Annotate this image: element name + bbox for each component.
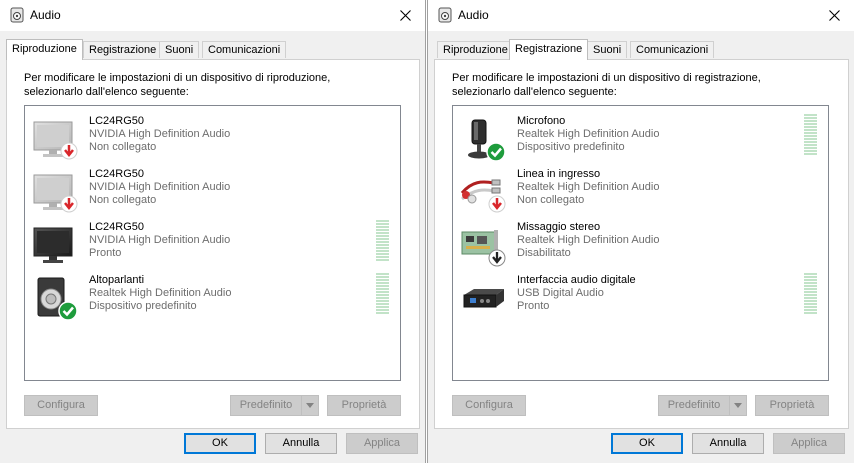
device-item[interactable]: Microfono Realtek High Definition Audio … <box>458 112 818 162</box>
apply-button[interactable]: Applica <box>346 433 418 454</box>
cancel-button[interactable]: Annulla <box>265 433 337 454</box>
instructions: Per modificare le impostazioni di un dis… <box>24 71 330 99</box>
title-bar: Audio <box>428 0 854 31</box>
disabled-badge-icon <box>488 249 506 267</box>
device-status: Pronto <box>89 247 122 259</box>
microphone-icon <box>468 119 506 162</box>
device-status: Non collegato <box>89 194 157 206</box>
tab-suoni[interactable]: Suoni <box>159 41 200 58</box>
tab-comunicazioni[interactable]: Comunicazioni <box>202 41 287 58</box>
device-name: Missaggio stereo <box>517 221 601 233</box>
close-button[interactable] <box>814 0 854 31</box>
unplugged-badge-icon <box>60 142 78 160</box>
device-list[interactable]: LC24RG50 NVIDIA High Definition Audio No… <box>24 105 401 381</box>
playback-audio-window: Audio Riproduzione Registrazione Suoni C… <box>0 0 426 463</box>
device-name: Altoparlanti <box>89 274 145 286</box>
monitor-icon <box>33 227 73 263</box>
instructions: Per modificare le impostazioni di un dis… <box>452 71 761 99</box>
cancel-button[interactable]: Annulla <box>692 433 764 454</box>
tab-comunicazioni[interactable]: Comunicazioni <box>630 41 715 58</box>
device-status: Non collegato <box>89 141 157 153</box>
tab-registrazione[interactable]: Registrazione <box>83 41 163 58</box>
device-driver: Realtek High Definition Audio <box>517 234 660 246</box>
unplugged-badge-icon <box>488 195 506 213</box>
set-default-dropdown[interactable] <box>729 395 747 416</box>
device-name: LC24RG50 <box>89 168 145 180</box>
device-driver: NVIDIA High Definition Audio <box>89 128 231 140</box>
instructions-line-2: selezionarlo dall'elenco seguente: <box>24 86 189 98</box>
window-title: Audio <box>458 8 489 22</box>
usb-audio-interface-icon <box>463 289 504 308</box>
properties-button[interactable]: Proprietà <box>755 395 829 416</box>
device-driver: Realtek High Definition Audio <box>517 128 660 140</box>
device-status: Disabilitato <box>517 247 571 259</box>
speaker-app-icon <box>438 7 452 23</box>
ok-button[interactable]: OK <box>184 433 256 454</box>
device-item[interactable]: LC24RG50 NVIDIA High Definition Audio No… <box>30 165 390 215</box>
tab-panel: Per modificare le impostazioni di un dis… <box>434 59 849 429</box>
device-status: Pronto <box>517 300 550 312</box>
close-button[interactable] <box>385 0 425 31</box>
device-name: Microfono <box>517 115 566 127</box>
device-item[interactable]: Linea in ingresso Realtek High Definitio… <box>458 165 818 215</box>
device-item[interactable]: Interfaccia audio digitale USB Digital A… <box>458 271 818 321</box>
tab-suoni[interactable]: Suoni <box>587 41 628 58</box>
monitor-icon <box>33 174 78 213</box>
unplugged-badge-icon <box>60 195 78 213</box>
set-default-button[interactable]: Predefinito <box>230 395 302 416</box>
close-icon <box>828 10 840 21</box>
default-check-badge-icon <box>58 301 78 321</box>
device-status: Dispositivo predefinito <box>89 300 197 312</box>
configure-button[interactable]: Configura <box>24 395 98 416</box>
instructions-line-2: selezionarlo dall'elenco seguente: <box>452 86 617 98</box>
instructions-line-1: Per modificare le impostazioni di un dis… <box>452 72 761 84</box>
apply-button[interactable]: Applica <box>773 433 845 454</box>
device-driver: USB Digital Audio <box>517 287 604 299</box>
device-item[interactable]: Missaggio stereo Realtek High Definition… <box>458 218 818 268</box>
device-status: Dispositivo predefinito <box>517 141 625 153</box>
instructions-line-1: Per modificare le impostazioni di un dis… <box>24 72 331 84</box>
device-name: LC24RG50 <box>89 115 145 127</box>
title-bar: Audio <box>0 0 425 31</box>
tab-riproduzione[interactable]: Riproduzione <box>6 39 83 60</box>
properties-button[interactable]: Proprietà <box>327 395 401 416</box>
tab-panel: Per modificare le impostazioni di un dis… <box>6 59 420 429</box>
device-driver: Realtek High Definition Audio <box>517 181 660 193</box>
tab-riproduzione[interactable]: Riproduzione <box>437 41 514 58</box>
monitor-icon <box>33 121 78 160</box>
device-item[interactable]: LC24RG50 NVIDIA High Definition Audio Pr… <box>30 218 390 268</box>
device-name: Interfaccia audio digitale <box>517 274 636 286</box>
volume-meter <box>376 220 389 262</box>
speaker-icon <box>37 277 78 321</box>
recording-audio-window: Audio Riproduzione Registrazione Suoni C… <box>427 0 854 463</box>
device-name: Linea in ingresso <box>517 168 601 180</box>
device-driver: NVIDIA High Definition Audio <box>89 181 231 193</box>
device-driver: Realtek High Definition Audio <box>89 287 232 299</box>
default-check-badge-icon <box>486 142 506 162</box>
ok-button[interactable]: OK <box>611 433 683 454</box>
device-item[interactable]: Altoparlanti Realtek High Definition Aud… <box>30 271 390 321</box>
configure-button[interactable]: Configura <box>452 395 526 416</box>
volume-meter <box>376 273 389 315</box>
set-default-button[interactable]: Predefinito <box>658 395 730 416</box>
sound-card-icon <box>461 230 506 267</box>
device-status: Non collegato <box>517 194 585 206</box>
device-driver: NVIDIA High Definition Audio <box>89 234 231 246</box>
speaker-app-icon <box>10 7 24 23</box>
window-title: Audio <box>30 8 61 22</box>
device-name: LC24RG50 <box>89 221 145 233</box>
volume-meter <box>804 114 817 156</box>
tab-registrazione[interactable]: Registrazione <box>509 39 589 60</box>
set-default-dropdown[interactable] <box>301 395 319 416</box>
close-icon <box>399 10 411 21</box>
device-item[interactable]: LC24RG50 NVIDIA High Definition Audio No… <box>30 112 390 162</box>
volume-meter <box>804 273 817 315</box>
line-in-cable-icon <box>460 179 506 213</box>
device-list[interactable]: Microfono Realtek High Definition Audio … <box>452 105 829 381</box>
